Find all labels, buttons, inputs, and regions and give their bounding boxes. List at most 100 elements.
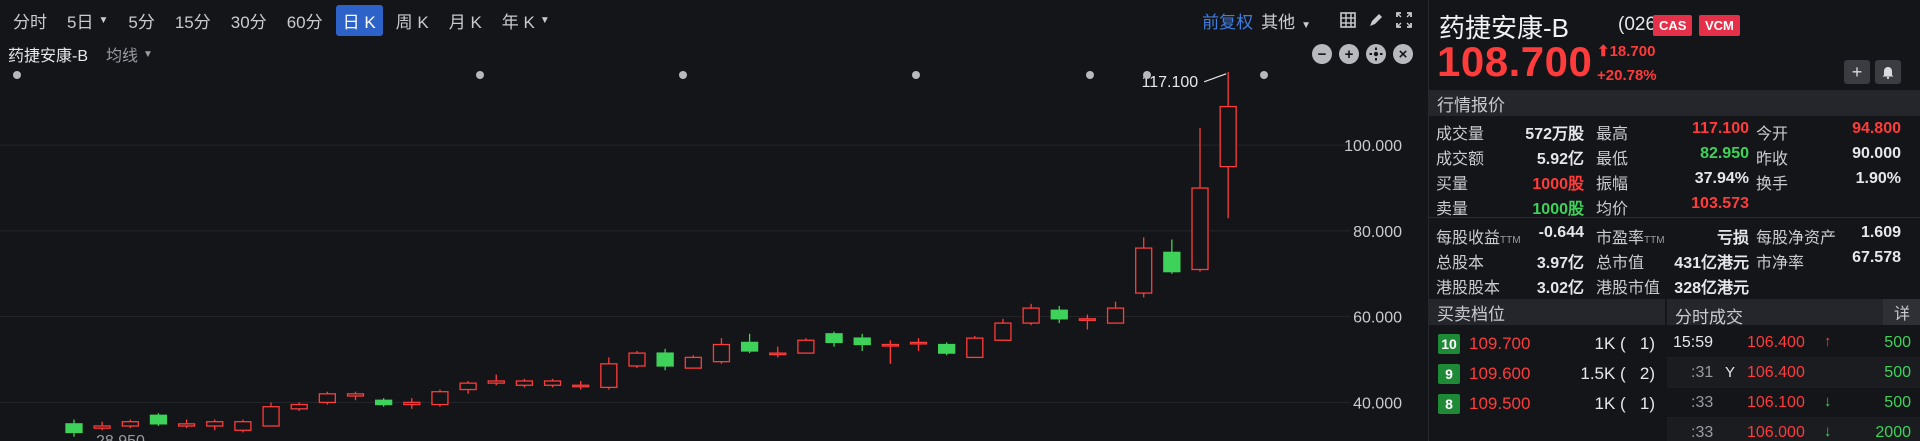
tick-volume: 500 bbox=[1884, 364, 1911, 381]
candle-body[interactable] bbox=[177, 423, 196, 427]
chevron-down-icon: ▼ bbox=[1301, 19, 1311, 31]
event-marker-dot[interactable] bbox=[912, 71, 920, 79]
add-watchlist-button[interactable]: + bbox=[1844, 60, 1870, 84]
candle-body[interactable] bbox=[853, 337, 871, 346]
candle-body[interactable] bbox=[1191, 187, 1209, 271]
quote-panel: 药捷安康-B (02617) CAS VCM 108.700 ⬆18.700 +… bbox=[1428, 0, 1920, 441]
candle-body[interactable] bbox=[600, 363, 618, 389]
candle-body[interactable] bbox=[994, 322, 1012, 341]
tab-weekly-k[interactable]: 周 K bbox=[389, 5, 436, 36]
candle-body[interactable] bbox=[881, 343, 899, 347]
y-tick-label: 100.000 bbox=[1344, 138, 1402, 155]
candle-body[interactable] bbox=[1135, 247, 1153, 294]
close-icon[interactable]: × bbox=[1393, 44, 1413, 64]
ticks-detail-button[interactable]: 详 bbox=[1883, 299, 1920, 325]
candle-body[interactable] bbox=[909, 341, 928, 345]
quote-row: 成交额 5.92亿 最低 82.950 昨收 90.000 bbox=[1429, 142, 1920, 168]
draw-pen-icon[interactable] bbox=[1367, 11, 1385, 29]
toolbar-right: 前复权 其他 ▼ bbox=[1202, 0, 1413, 40]
event-marker-dot[interactable] bbox=[476, 71, 484, 79]
quote-label: 今开 bbox=[1756, 126, 1789, 143]
candle-body[interactable] bbox=[374, 399, 393, 406]
candle-body[interactable] bbox=[966, 337, 984, 359]
candle-body[interactable] bbox=[65, 423, 83, 434]
fullscreen-icon[interactable] bbox=[1395, 11, 1413, 29]
candle-body[interactable] bbox=[684, 356, 702, 369]
tab-5min[interactable]: 5分 bbox=[121, 5, 161, 36]
adjust-dropdown[interactable]: 前复权 bbox=[1202, 8, 1253, 33]
tab-5day[interactable]: 5日 ▼ bbox=[60, 5, 115, 36]
tab-yearly-k[interactable]: 年 K ▼ bbox=[495, 5, 557, 36]
candle-body[interactable] bbox=[234, 421, 252, 431]
ticks-list[interactable]: 15:59 106.400 ↑ 500:31 Y 106.400 500:33 106.100… bbox=[1667, 328, 1920, 441]
quote-row: 总股本 3.97亿 总市值 431亿港元 市净率 67.578 bbox=[1429, 246, 1920, 272]
layout-grid-icon[interactable] bbox=[1339, 11, 1357, 29]
candlestick-chart[interactable]: 100.00080.00060.00040.000 117.10028.950 bbox=[0, 68, 1421, 441]
order-book-row[interactable]: 8 109.500 1K ( 1) bbox=[1429, 388, 1665, 418]
candle-body[interactable] bbox=[290, 403, 308, 410]
event-marker-dot[interactable] bbox=[1143, 71, 1151, 79]
tab-daily-k[interactable]: 日 K bbox=[335, 4, 383, 36]
tab-60min[interactable]: 60分 bbox=[280, 5, 330, 36]
arrow-up-icon: ↑ bbox=[1824, 333, 1832, 350]
candle-body[interactable] bbox=[712, 343, 731, 363]
candle-body[interactable] bbox=[206, 421, 224, 427]
y-tick-label: 40.000 bbox=[1353, 395, 1402, 412]
event-marker-dot[interactable] bbox=[1086, 71, 1094, 79]
candle-body[interactable] bbox=[543, 380, 562, 386]
candle-body[interactable] bbox=[740, 341, 759, 352]
quote-label: 市盈率TTM bbox=[1596, 230, 1665, 247]
price-change-percent: +20.78% bbox=[1597, 67, 1657, 84]
candle-body[interactable] bbox=[628, 352, 646, 367]
zoom-out-icon[interactable]: − bbox=[1312, 44, 1332, 64]
candle-body[interactable] bbox=[1050, 309, 1068, 320]
candle-body[interactable] bbox=[431, 391, 449, 406]
tab-30min[interactable]: 30分 bbox=[224, 5, 274, 36]
chevron-down-icon: ▼ bbox=[143, 48, 153, 60]
more-dropdown[interactable]: 其他 ▼ bbox=[1261, 8, 1311, 33]
alert-bell-button[interactable] bbox=[1875, 60, 1901, 84]
quote-label: 昨收 bbox=[1756, 151, 1789, 168]
candle-body[interactable] bbox=[1106, 307, 1125, 324]
tab-intraday[interactable]: 分时 bbox=[6, 5, 54, 36]
tab-15min[interactable]: 15分 bbox=[168, 5, 218, 36]
settings-gear-icon[interactable] bbox=[1366, 44, 1386, 64]
min-price-label: 28.950 bbox=[96, 433, 145, 441]
candle-body[interactable] bbox=[93, 425, 111, 429]
badge-vcm[interactable]: VCM bbox=[1699, 15, 1740, 36]
event-marker-dot[interactable] bbox=[679, 71, 687, 79]
zoom-in-icon[interactable]: + bbox=[1339, 44, 1359, 64]
candle-body[interactable] bbox=[1078, 318, 1097, 321]
candle-body[interactable] bbox=[572, 384, 590, 388]
candle-body[interactable] bbox=[318, 393, 337, 404]
candle-body[interactable] bbox=[1163, 251, 1181, 273]
candle-body[interactable] bbox=[656, 352, 674, 367]
quote-value: 82.950 bbox=[1700, 145, 1749, 162]
candle-body[interactable] bbox=[403, 401, 421, 406]
order-book-row[interactable]: 10 109.700 1K ( 1) bbox=[1429, 328, 1665, 358]
candle-body[interactable] bbox=[487, 380, 505, 384]
quote-value: 90.000 bbox=[1852, 145, 1901, 162]
candle-body[interactable] bbox=[149, 414, 168, 425]
candle-body[interactable] bbox=[938, 343, 956, 354]
candle-body[interactable] bbox=[346, 393, 365, 397]
badge-cas[interactable]: CAS bbox=[1653, 15, 1693, 36]
candle-body[interactable] bbox=[459, 382, 477, 391]
candle-body[interactable] bbox=[825, 333, 843, 344]
candle-body[interactable] bbox=[769, 352, 787, 356]
candle-body[interactable] bbox=[262, 406, 280, 427]
event-marker-dot[interactable] bbox=[1260, 71, 1268, 79]
candle-body[interactable] bbox=[515, 380, 534, 386]
candle-body[interactable] bbox=[797, 339, 815, 354]
candle-body[interactable] bbox=[1022, 307, 1040, 324]
order-book-header: 买卖档位 bbox=[1429, 299, 1665, 325]
quote-value: 3.02亿 bbox=[1536, 280, 1584, 297]
candle-body[interactable] bbox=[121, 421, 139, 427]
order-book-row[interactable]: 9 109.600 1.5K ( 2) bbox=[1429, 358, 1665, 388]
event-marker-dot[interactable] bbox=[13, 71, 21, 79]
tab-monthly-k[interactable]: 月 K bbox=[442, 5, 489, 36]
max-pointer bbox=[1203, 73, 1227, 83]
candle-body[interactable] bbox=[1219, 105, 1237, 168]
moving-average-dropdown[interactable]: 均线 ▼ bbox=[106, 42, 153, 66]
tick-price: 106.100 bbox=[1747, 394, 1805, 411]
